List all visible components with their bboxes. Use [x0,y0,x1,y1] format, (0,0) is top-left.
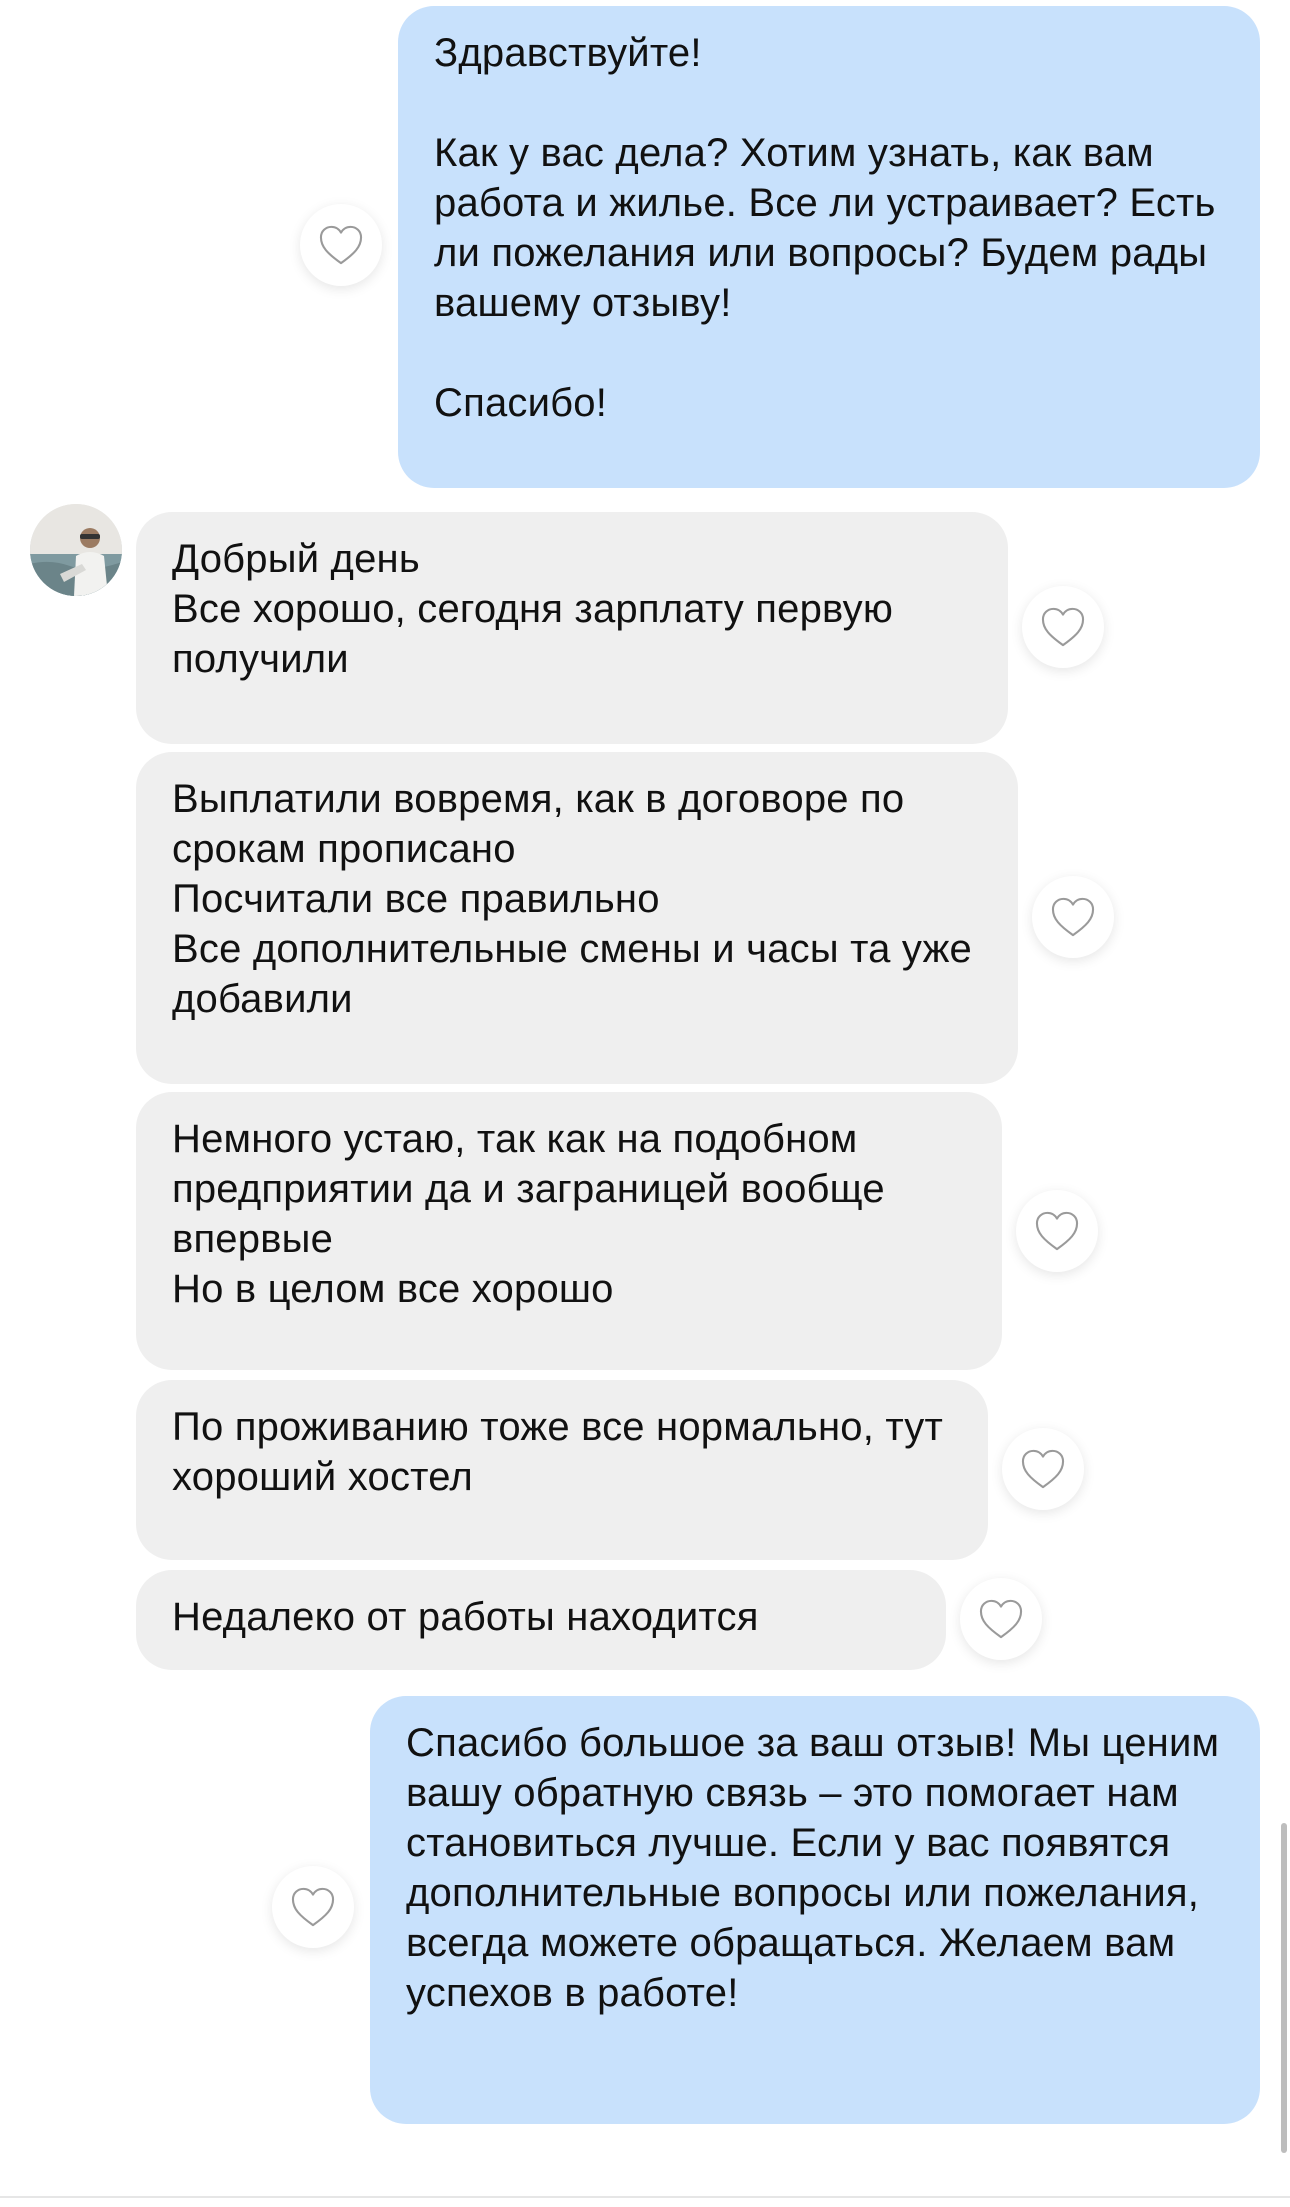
like-button[interactable] [272,1866,354,1948]
heart-outline-icon [1051,897,1095,937]
heart-outline-icon [979,1599,1023,1639]
incoming-message-bubble[interactable]: Выплатили вовремя, как в договоре по сро… [136,752,1018,1084]
like-button[interactable] [1022,586,1104,668]
heart-outline-icon [1041,607,1085,647]
heart-outline-icon [1035,1211,1079,1251]
like-button[interactable] [1016,1190,1098,1272]
incoming-message-bubble[interactable]: По проживанию тоже все нормально, тут хо… [136,1380,988,1560]
like-button[interactable] [1032,876,1114,958]
like-button[interactable] [960,1578,1042,1660]
chat-thread: Здравствуйте! Как у вас дела? Хотим узна… [0,0,1290,2207]
outgoing-message-bubble[interactable]: Здравствуйте! Как у вас дела? Хотим узна… [398,6,1260,488]
heart-outline-icon [291,1887,335,1927]
avatar-photo [30,504,122,596]
outgoing-message-bubble[interactable]: Спасибо большое за ваш отзыв! Мы ценим в… [370,1696,1260,2124]
incoming-message-bubble[interactable]: Добрый день Все хорошо, сегодня зарплату… [136,512,1008,744]
incoming-message-bubble[interactable]: Немного устаю, так как на подобном предп… [136,1092,1002,1370]
scrollbar[interactable] [1281,1823,1287,2153]
heart-outline-icon [1021,1449,1065,1489]
like-button[interactable] [300,204,382,286]
like-button[interactable] [1002,1428,1084,1510]
heart-outline-icon [319,225,363,265]
contact-avatar[interactable] [30,504,122,596]
divider [0,2196,1290,2198]
incoming-message-bubble[interactable]: Недалеко от работы находится [136,1570,946,1670]
